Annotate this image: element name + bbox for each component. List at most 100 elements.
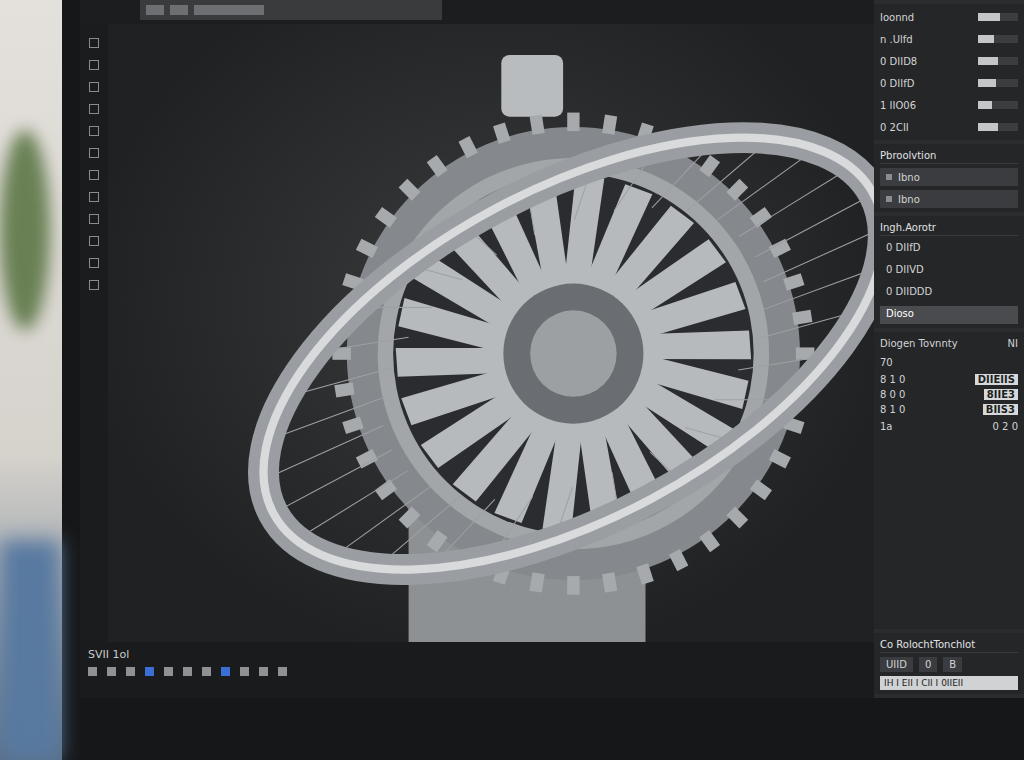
section-title: Ingh.Aorotr [880, 220, 1018, 236]
stats-row: 8 1 0 BIIS3 [880, 404, 1018, 415]
disc-tooth [375, 479, 397, 500]
task-icon[interactable] [145, 667, 154, 676]
disc-tooth [567, 113, 579, 132]
panel-button[interactable]: UIID [880, 657, 913, 672]
section-title: Pbroolvtion [880, 148, 1018, 164]
top-toolbar [80, 0, 874, 24]
disc-tooth [334, 382, 354, 397]
right-panel: Ioonnd n .Ulfd 0 DIID8 0 DIIfD 1 IIO06 0… [874, 0, 1024, 698]
disc-tooth [726, 507, 748, 529]
param-row: 0 DIID8 [880, 52, 1018, 70]
tool-icon[interactable] [89, 258, 99, 268]
hub [503, 284, 643, 424]
disc-tooth [530, 572, 545, 592]
disc-tooth [750, 479, 772, 500]
list-item[interactable]: 0 DIIVD [880, 262, 1018, 280]
param-row: Ioonnd [880, 8, 1018, 26]
disc-tooth [636, 563, 653, 584]
task-icon[interactable] [126, 667, 135, 676]
button-row: UIID 0B [880, 657, 1018, 672]
task-icon[interactable] [240, 667, 249, 676]
stats-cell: DIIEIIS [975, 374, 1018, 385]
disc-tooth [726, 179, 748, 201]
monitor: SVII 1ol Ioonnd n .Ulfd 0 DIID8 0 DIIfD … [62, 0, 1024, 760]
task-icon[interactable] [202, 667, 211, 676]
person-blur [0, 540, 60, 760]
stats-header: Diogen TovnntyNI [880, 336, 1018, 351]
param-slider[interactable] [978, 13, 1018, 21]
task-icon[interactable] [164, 667, 173, 676]
tool-icon[interactable] [89, 38, 99, 48]
tool-icon[interactable] [89, 104, 99, 114]
disc-ring [378, 158, 769, 549]
list-item[interactable]: 0 DIIDDD [880, 284, 1018, 302]
disc-tooth [493, 122, 510, 143]
disc-tooth [399, 179, 421, 201]
task-icon[interactable] [221, 667, 230, 676]
tool-icon[interactable] [89, 60, 99, 70]
stats-note: 70 [880, 355, 1018, 370]
param-row: n .Ulfd [880, 30, 1018, 48]
list-item[interactable]: 0 DIIfD [880, 240, 1018, 258]
param-slider[interactable] [978, 57, 1018, 65]
tool-icon[interactable] [89, 170, 99, 180]
toolbar-button[interactable] [170, 5, 188, 15]
panel-button[interactable]: 0 [919, 657, 937, 672]
disc-tooth [750, 207, 772, 228]
stats-cell: 8IIE3 [984, 389, 1018, 400]
tool-icon[interactable] [89, 126, 99, 136]
wire [273, 450, 391, 513]
left-toolbar [80, 24, 108, 642]
3d-viewport[interactable] [108, 24, 874, 642]
stats-cell: 8 1 0 [880, 404, 905, 415]
disc-tooth [427, 530, 448, 552]
stats-footer: 1a0 2 0 [880, 419, 1018, 434]
panel-button[interactable]: B [943, 657, 962, 672]
tool-icon[interactable] [89, 214, 99, 224]
task-icon[interactable] [107, 667, 116, 676]
stats-row: 8 0 0 8IIE3 [880, 389, 1018, 400]
tool-icon[interactable] [89, 82, 99, 92]
param-slider[interactable] [978, 79, 1018, 87]
stats-cell: 8 1 0 [880, 374, 905, 385]
task-icon[interactable] [183, 667, 192, 676]
wire [735, 167, 855, 236]
toolbar-button[interactable] [194, 5, 264, 15]
param-slider[interactable] [978, 35, 1018, 43]
cad-app: SVII 1ol Ioonnd n .Ulfd 0 DIID8 0 DIIfD … [80, 0, 1024, 698]
disc-tooth [602, 115, 617, 135]
tool-icon[interactable] [89, 148, 99, 158]
list: Ingh.Aorotr 0 DIIfD 0 DIIVD 0 DIIDDD Dioso [874, 216, 1024, 328]
toolbar-button[interactable] [146, 5, 164, 15]
stats-cell: 8 0 0 [880, 389, 905, 400]
disc-tooth [792, 310, 812, 325]
param-label: Ioonnd [880, 12, 972, 23]
disc-tooth [427, 155, 448, 177]
hub-cap [530, 310, 617, 397]
param-label: 0 2CII [880, 122, 972, 133]
stats: Diogen TovnntyNI 70 8 1 0 DIIEIIS 8 0 0 8… [874, 332, 1024, 629]
disc-tooth [375, 207, 397, 228]
tool-icon[interactable] [89, 280, 99, 290]
property-field[interactable]: Ibno [880, 168, 1018, 186]
list-item[interactable]: Dioso [880, 306, 1018, 324]
disc-tooth [458, 136, 477, 158]
tool-icon[interactable] [89, 236, 99, 246]
tool-icon[interactable] [89, 192, 99, 202]
wire [292, 471, 412, 540]
param-slider[interactable] [978, 123, 1018, 131]
status-text: SVII 1ol [88, 648, 866, 661]
office-background [0, 0, 62, 760]
disc-tooth [567, 576, 579, 595]
wire [763, 220, 874, 289]
status-bar: SVII 1ol [80, 642, 874, 698]
task-icon[interactable] [278, 667, 287, 676]
turbine-model[interactable] [108, 24, 874, 642]
param-label: 1 IIO06 [880, 100, 972, 111]
top-rows: Ioonnd n .Ulfd 0 DIID8 0 DIIfD 1 IIO06 0… [874, 4, 1024, 140]
task-icon[interactable] [259, 667, 268, 676]
top-cylinder [501, 55, 563, 117]
property-field[interactable]: Ibno [880, 190, 1018, 208]
param-slider[interactable] [978, 101, 1018, 109]
task-icon[interactable] [88, 667, 97, 676]
